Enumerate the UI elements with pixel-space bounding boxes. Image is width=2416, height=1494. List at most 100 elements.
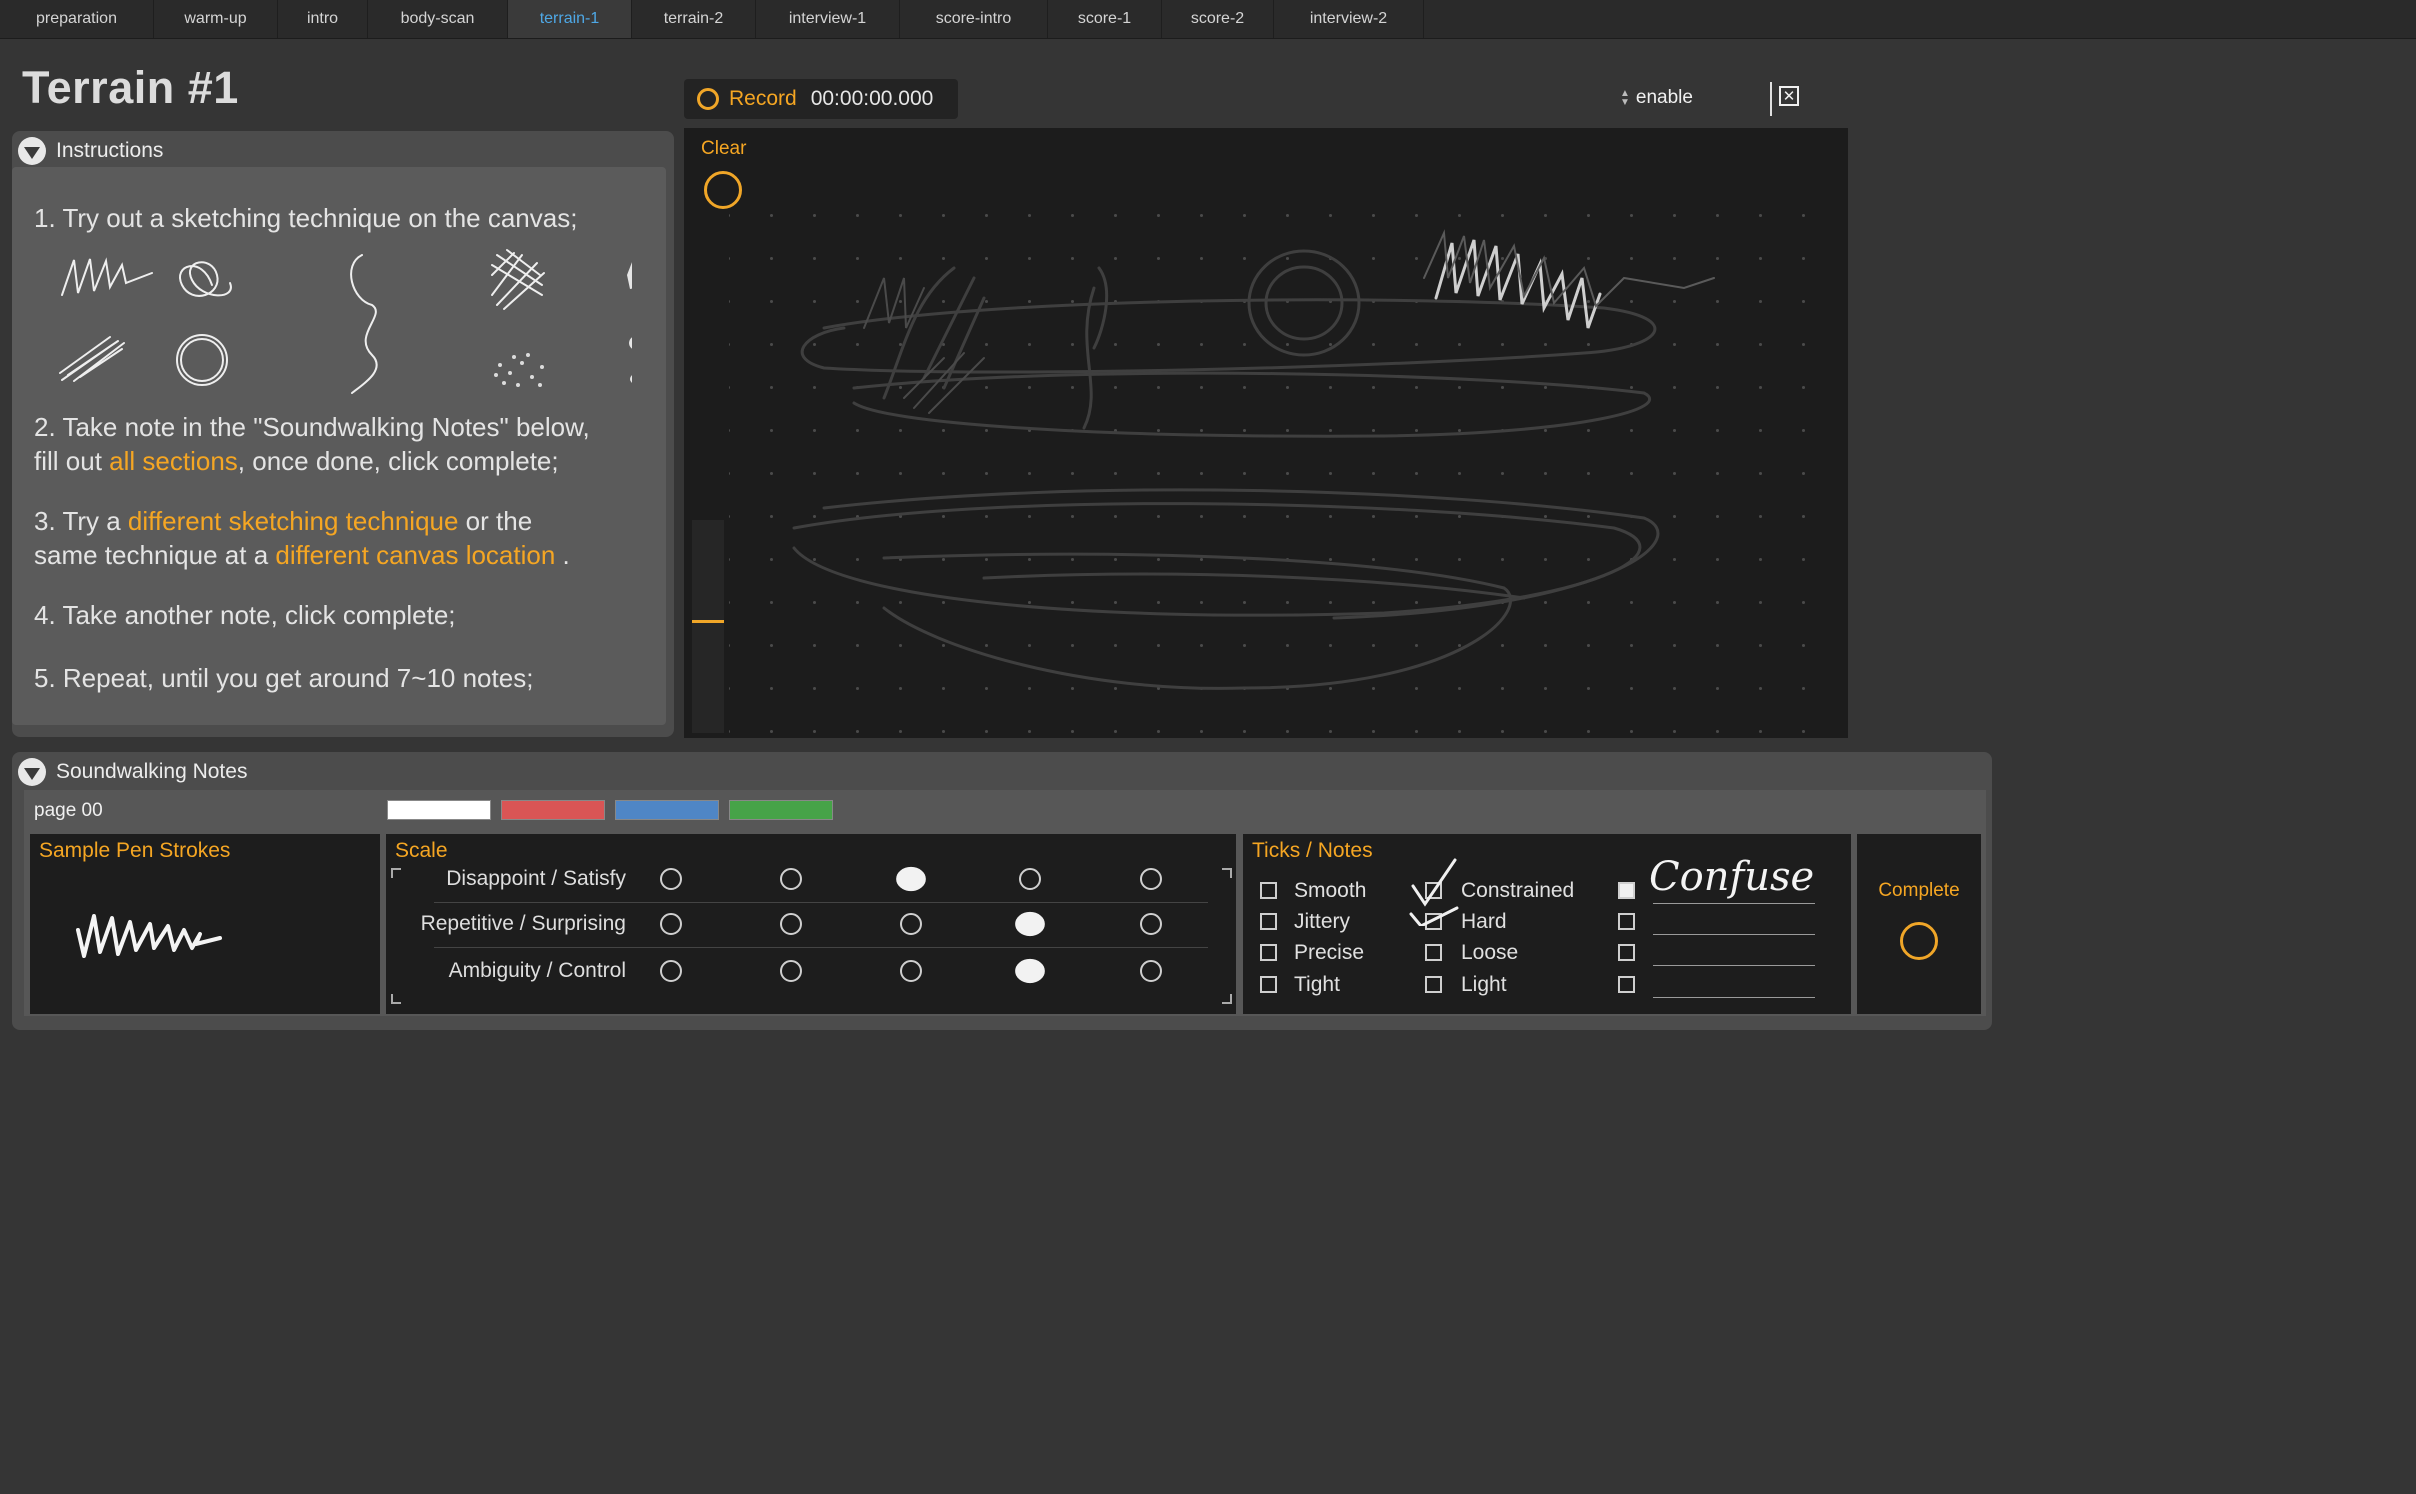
tick-checkbox[interactable] [1260, 976, 1277, 993]
scale-radio-option[interactable] [896, 866, 926, 892]
instructions-body: 1. Try out a sketching technique on the … [12, 167, 666, 725]
circle-stroke-sample [176, 334, 228, 386]
scale-radio-option[interactable] [780, 960, 802, 982]
squiggle-line-sample [350, 254, 378, 394]
collapse-triangle-icon[interactable] [18, 137, 46, 165]
instructions-header-label: Instructions [56, 139, 164, 162]
step2-text-end: , once done, click complete; [237, 446, 559, 476]
tab-terrain-2[interactable]: terrain-2 [632, 0, 756, 38]
notes-header-label: Soundwalking Notes [56, 760, 248, 783]
enable-dropdown-value: enable [1635, 87, 1693, 108]
color-swatch[interactable] [501, 800, 605, 820]
hatching-stroke-sample [59, 336, 125, 382]
note-text-line[interactable] [1653, 934, 1815, 935]
scale-row-label: Repetitive / Surprising [420, 912, 626, 935]
tick-checkbox[interactable] [1260, 944, 1277, 961]
scale-radio-option[interactable] [900, 960, 922, 982]
color-swatch[interactable] [615, 800, 719, 820]
row-divider [434, 902, 1208, 903]
complete-button[interactable] [1900, 922, 1938, 960]
tab-score-1[interactable]: score-1 [1048, 0, 1162, 38]
color-swatch[interactable] [387, 800, 491, 820]
close-icon[interactable]: ✕ [1779, 86, 1799, 106]
color-swatch[interactable] [729, 800, 833, 820]
tick-checkbox[interactable] [1260, 913, 1277, 930]
scale-radio-option[interactable] [900, 913, 922, 935]
scale-radio-option[interactable] [660, 960, 682, 982]
scale-row: Ambiguity / Control [386, 951, 1236, 991]
tab-interview-2[interactable]: interview-2 [1274, 0, 1424, 38]
sample-pen-strokes-box: Sample Pen Strokes [30, 834, 380, 1014]
clear-button[interactable] [704, 171, 742, 209]
step3-highlight-1: different sketching technique [127, 506, 459, 536]
tick-label: Light [1461, 973, 1507, 996]
record-bar: Record 00:00:00.000 [684, 79, 958, 119]
sketch-canvas[interactable]: Clear [684, 128, 1848, 738]
scale-box: Scale Disappoint / Satisfy Repetitive / S… [386, 834, 1236, 1014]
notes-header[interactable]: Soundwalking Notes [12, 755, 1992, 789]
tab-preparation[interactable]: preparation [0, 0, 154, 38]
scale-radio-option[interactable] [1140, 868, 1162, 890]
note-checkbox[interactable] [1618, 882, 1635, 899]
tab-bar: preparation warm-up intro body-scan terr… [0, 0, 2416, 39]
record-label: Record [729, 87, 797, 110]
scale-radio-option[interactable] [1140, 913, 1162, 935]
corner-bracket [1222, 994, 1232, 1004]
tick-label: Smooth [1294, 879, 1367, 902]
scale-radio-option[interactable] [1140, 960, 1162, 982]
record-button[interactable] [697, 88, 719, 110]
step2-text: fill out [34, 446, 110, 476]
scale-radio-option[interactable] [660, 913, 682, 935]
tab-intro[interactable]: intro [278, 0, 368, 38]
step3-text-end: . [555, 540, 570, 570]
ticks-notes-box: Ticks / Notes Smooth Jittery Precise Tight C… [1243, 834, 1851, 1014]
tick-label: Jittery [1294, 910, 1351, 933]
page-indicator: page 00 [34, 800, 103, 821]
level-meter [692, 520, 724, 733]
tick-checkbox[interactable] [1260, 882, 1277, 899]
tab-terrain-1[interactable]: terrain-1 [508, 0, 632, 38]
instruction-step-5: 5. Repeat, until you get around 7~10 not… [34, 663, 534, 693]
tab-score-2[interactable]: score-2 [1162, 0, 1274, 38]
note-text-line[interactable] [1653, 965, 1815, 966]
tab-score-intro[interactable]: score-intro [900, 0, 1048, 38]
ticks-notes-title: Ticks / Notes [1252, 839, 1373, 862]
instructions-header[interactable]: Instructions [12, 134, 674, 168]
note-checkbox[interactable] [1618, 913, 1635, 930]
tab-warm-up[interactable]: warm-up [154, 0, 278, 38]
note-text-line[interactable] [1653, 997, 1815, 998]
enable-dropdown[interactable]: ▲ ▼ enable [1620, 82, 1770, 114]
step3-text: 3. Try a [34, 506, 128, 536]
tab-body-scan[interactable]: body-scan [368, 0, 508, 38]
note-checkbox[interactable] [1618, 944, 1635, 961]
scale-row-label: Disappoint / Satisfy [446, 867, 626, 890]
tick-label: Tight [1294, 973, 1340, 996]
instruction-step-3b: same technique at a different canvas loc… [34, 538, 570, 572]
crosshatch-stroke-sample [491, 249, 545, 310]
scale-radio-option[interactable] [780, 868, 802, 890]
tick-label: Loose [1461, 941, 1519, 964]
scale-radio-option[interactable] [1015, 911, 1045, 937]
instruction-step-1: 1. Try out a sketching technique on the … [34, 203, 578, 233]
sample-stroke-preview [76, 914, 222, 958]
scale-radio-option[interactable] [660, 868, 682, 890]
handwritten-check-marks [1409, 858, 1459, 926]
scale-radio-option[interactable] [780, 913, 802, 935]
tick-label: Precise [1294, 941, 1365, 964]
scale-row-label: Ambiguity / Control [448, 959, 626, 982]
color-swatches [387, 800, 833, 822]
note-checkbox[interactable] [1618, 976, 1635, 993]
row-divider [434, 947, 1208, 948]
level-meter-indicator [692, 620, 724, 623]
clear-label: Clear [701, 138, 747, 159]
scale-radio-option[interactable] [1019, 868, 1041, 890]
note-text-line[interactable] [1653, 903, 1815, 904]
step2-highlight: all sections [109, 446, 238, 476]
tick-checkbox[interactable] [1425, 976, 1442, 993]
tab-interview-1[interactable]: interview-1 [756, 0, 900, 38]
handwritten-note-text[interactable]: Confuse [1649, 854, 1814, 900]
collapse-triangle-icon[interactable] [18, 758, 46, 786]
cloud-sample [629, 337, 632, 349]
tick-checkbox[interactable] [1425, 944, 1442, 961]
scale-radio-option[interactable] [1015, 958, 1045, 984]
